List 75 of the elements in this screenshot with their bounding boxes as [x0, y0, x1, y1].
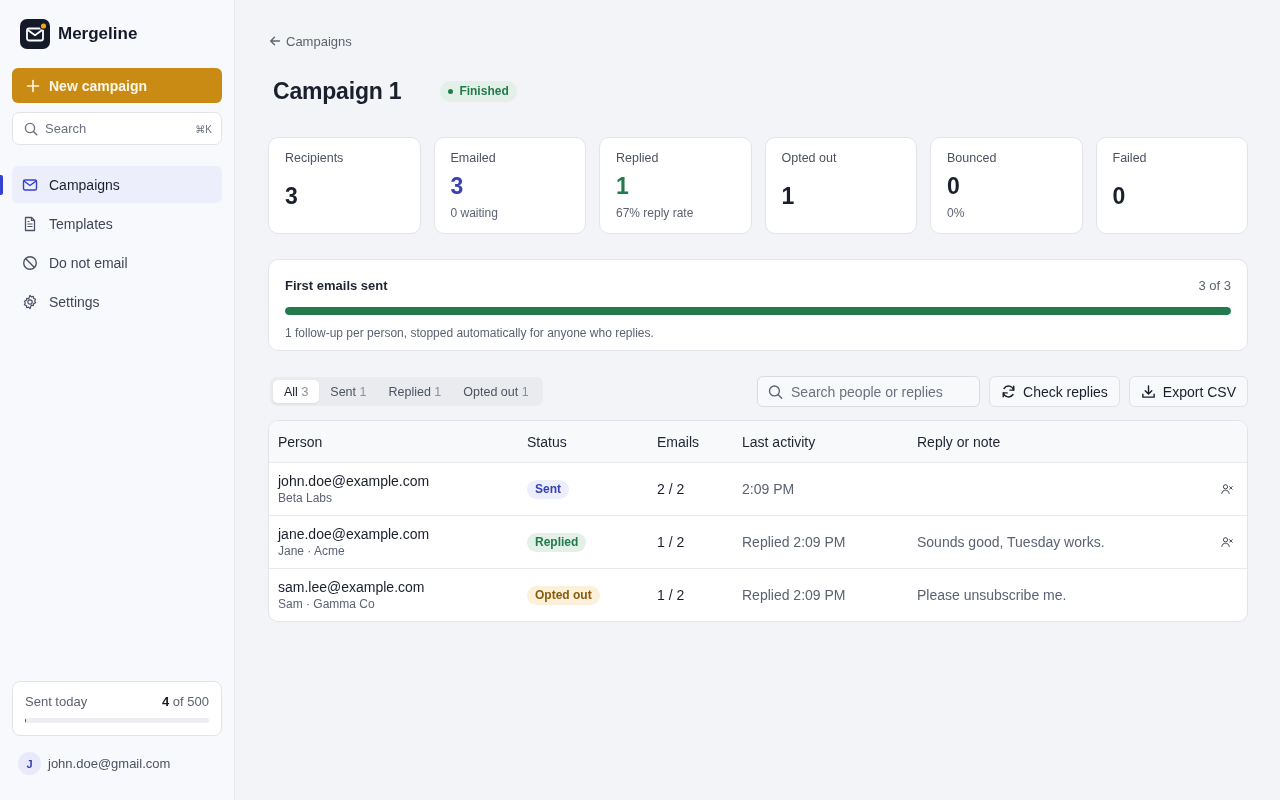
- download-icon: [1140, 384, 1156, 399]
- nav-item[interactable]: Campaigns: [12, 166, 222, 203]
- person-cross-icon[interactable]: [1221, 483, 1233, 495]
- person-detail: Jane · Acme: [278, 544, 345, 558]
- filter-tab[interactable]: Sent 1: [319, 380, 378, 403]
- search-icon: [768, 384, 784, 399]
- usage-label: Sent today: [25, 694, 88, 709]
- person-email: jane.doe@example.com: [278, 526, 430, 542]
- status-dot-icon: [448, 88, 454, 94]
- email-count: 1 / 2: [657, 587, 685, 603]
- stat-label: Opted out: [781, 150, 838, 166]
- last-activity: 2:09 PM: [742, 481, 795, 497]
- nav-item[interactable]: Do not email: [12, 244, 222, 281]
- check-replies-button[interactable]: Check replies: [989, 376, 1120, 407]
- arrow-left-icon: [269, 35, 281, 47]
- status-badge: Finished: [440, 80, 517, 102]
- progress-title: First emails sent: [285, 277, 388, 293]
- envelope-icon: [22, 176, 38, 193]
- reply-text: Sounds good, Tuesday works.: [917, 534, 1105, 550]
- progress-note: 1 follow-up per person, stopped automatically for anyone who replies.: [285, 326, 655, 340]
- email-count: 1 / 2: [657, 534, 685, 550]
- email-count: 2 / 2: [657, 481, 685, 497]
- blocked-icon: [22, 254, 38, 271]
- nav-item[interactable]: Settings: [12, 283, 222, 320]
- status-tag: Opted out: [527, 585, 600, 605]
- stat-note: 67% reply rate: [616, 204, 695, 221]
- gear-icon: [22, 293, 38, 310]
- reply-text: Please unsubscribe me.: [917, 587, 1067, 603]
- page-title: Campaign 1: [273, 77, 402, 105]
- stat-label: Failed: [1112, 150, 1148, 166]
- stat-value: 1: [616, 171, 629, 200]
- envelope-logo-icon: [20, 19, 50, 49]
- stat-label: Bounced: [947, 150, 998, 166]
- last-activity: Replied 2:09 PM: [742, 587, 846, 603]
- shortcut-hint: ⌘K: [195, 123, 212, 134]
- progress-count: 3 of 3: [1198, 277, 1231, 293]
- column-header: Status: [527, 433, 568, 450]
- status-tag: Sent: [527, 479, 569, 499]
- search-icon: [24, 121, 38, 136]
- column-header: Person: [278, 433, 324, 450]
- stat-label: Emailed: [450, 150, 497, 166]
- status-tag: Replied: [527, 532, 587, 552]
- usage-count: 4 of 500: [162, 694, 209, 709]
- filter-tab[interactable]: Replied 1: [377, 380, 453, 403]
- stat-value: 3: [285, 182, 298, 210]
- stat-value: 3: [450, 171, 464, 200]
- stat-value: 0: [947, 171, 960, 200]
- person-detail: Sam · Gamma Co: [278, 597, 375, 611]
- column-header: Last activity: [742, 433, 817, 450]
- stat-label: Recipients: [285, 150, 345, 166]
- user-email: john.doe@gmail.com: [48, 756, 171, 771]
- user-avatar[interactable]: J: [18, 752, 41, 775]
- active-indicator: [0, 174, 3, 195]
- column-header: Reply or note: [917, 433, 1002, 450]
- filter-tab[interactable]: All 3: [273, 380, 320, 403]
- plus-icon: [26, 78, 40, 93]
- stat-note: 0 waiting: [450, 204, 499, 221]
- refresh-icon: [1001, 384, 1017, 399]
- person-email: sam.lee@example.com: [278, 579, 425, 595]
- filter-tab[interactable]: Opted out 1: [452, 380, 540, 403]
- person-cross-icon[interactable]: [1221, 536, 1233, 548]
- person-detail: Beta Labs: [278, 491, 333, 505]
- last-activity: Replied 2:09 PM: [742, 534, 846, 550]
- stat-value: 0: [1112, 182, 1126, 210]
- stat-label: Replied: [616, 150, 660, 166]
- column-header: Emails: [657, 433, 700, 450]
- stat-note: 0%: [947, 204, 966, 221]
- person-email: john.doe@example.com: [278, 473, 430, 489]
- brand-name: Mergeline: [58, 24, 138, 44]
- document-icon: [22, 215, 38, 232]
- export-csv-button[interactable]: Export CSV: [1128, 376, 1248, 407]
- search-field[interactable]: Search people or replies: [757, 376, 981, 407]
- nav-item[interactable]: Templates: [12, 205, 222, 242]
- back-link[interactable]: Campaigns: [269, 33, 352, 49]
- stat-value: 1: [781, 182, 795, 210]
